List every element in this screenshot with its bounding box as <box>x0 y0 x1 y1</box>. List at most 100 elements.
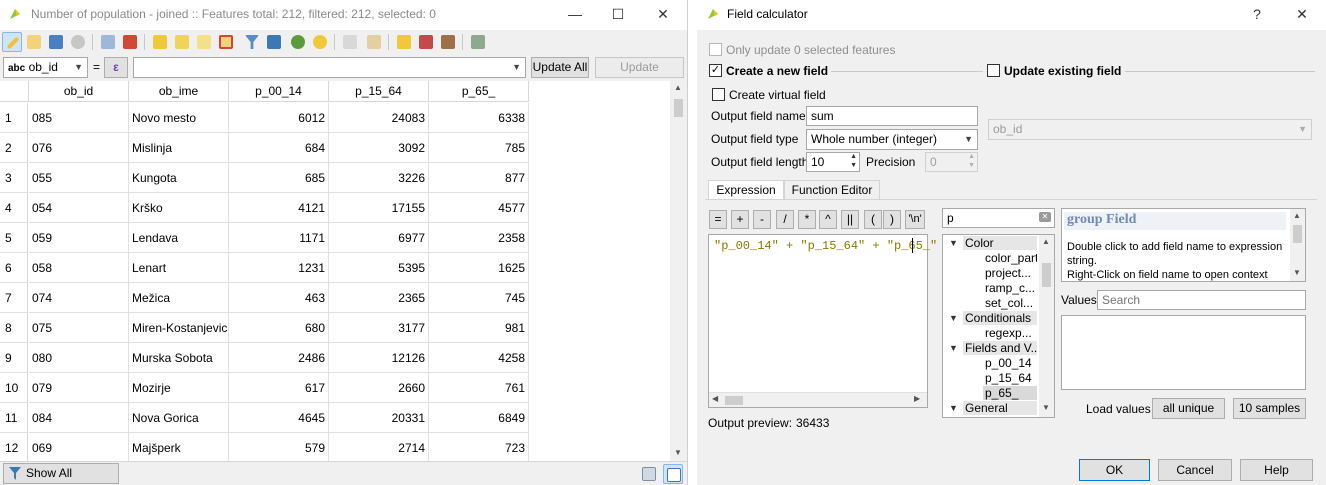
close-button[interactable]: ✕ <box>648 4 678 24</box>
pan-map-icon[interactable] <box>288 32 308 52</box>
table-cell-p-15-64[interactable]: 2660 <box>329 373 429 403</box>
scrollbar-thumb[interactable] <box>1293 225 1302 243</box>
move-selection-top-icon[interactable] <box>264 32 284 52</box>
function-search-input[interactable]: p ✕ <box>942 208 1055 228</box>
multi-edit-icon[interactable] <box>24 32 44 52</box>
table-cell-p-15-64[interactable]: 3226 <box>329 163 429 193</box>
table-cell-ob-id[interactable]: 079 <box>29 373 129 403</box>
operator-newline-button[interactable]: '\n' <box>905 210 925 229</box>
table-cell-ob-ime[interactable]: Krško <box>129 193 229 223</box>
row-number[interactable]: 3 <box>0 163 28 193</box>
table-cell-p-65[interactable]: 4258 <box>429 343 529 373</box>
table-cell-p-65[interactable]: 761 <box>429 373 529 403</box>
show-all-features-button[interactable]: Show All Features <box>3 463 119 484</box>
table-cell-ob-ime[interactable]: Lendava <box>129 223 229 253</box>
ok-button[interactable]: OK <box>1079 459 1150 481</box>
table-cell-p-00-14[interactable]: 463 <box>229 283 329 313</box>
column-header[interactable]: p_65_ <box>429 81 529 102</box>
operator-minus-button[interactable]: - <box>753 210 771 229</box>
form-view-icon[interactable] <box>639 464 659 484</box>
row-number[interactable]: 8 <box>0 313 28 343</box>
column-header[interactable]: ob_ime <box>129 81 229 102</box>
new-field-icon[interactable] <box>394 32 414 52</box>
table-cell-p-65[interactable]: 6338 <box>429 103 529 133</box>
create-virtual-field-checkbox[interactable] <box>712 88 725 101</box>
column-header[interactable]: p_15_64 <box>329 81 429 102</box>
row-number[interactable]: 1 <box>0 103 28 133</box>
scroll-down-icon[interactable]: ▼ <box>674 448 682 457</box>
function-item[interactable]: project... <box>983 266 1037 280</box>
toggle-editing-icon[interactable] <box>2 32 22 52</box>
table-cell-ob-id[interactable]: 076 <box>29 133 129 163</box>
column-header[interactable]: ob_id <box>29 81 129 102</box>
table-cell-ob-id[interactable]: 069 <box>29 433 129 461</box>
table-cell-p-15-64[interactable]: 6977 <box>329 223 429 253</box>
output-field-length-spinbox[interactable]: 10 ▲ ▼ <box>806 152 860 172</box>
table-cell-p-65[interactable]: 745 <box>429 283 529 313</box>
table-view-icon[interactable] <box>663 464 683 484</box>
paste-icon[interactable] <box>364 32 384 52</box>
table-cell-ob-id[interactable]: 080 <box>29 343 129 373</box>
table-cell-ob-id[interactable]: 075 <box>29 313 129 343</box>
row-number[interactable]: 9 <box>0 343 28 373</box>
output-field-name-input[interactable]: sum <box>806 106 978 126</box>
table-cell-ob-id[interactable]: 074 <box>29 283 129 313</box>
scroll-up-icon[interactable]: ▲ <box>1042 237 1050 246</box>
scrollbar-thumb[interactable] <box>725 396 743 405</box>
row-number[interactable]: 6 <box>0 253 28 283</box>
precision-spinbox[interactable]: 0 ▲ ▼ <box>925 152 978 172</box>
function-item[interactable]: ramp_c... <box>983 281 1037 295</box>
row-number[interactable]: 4 <box>0 193 28 223</box>
scrollbar-thumb[interactable] <box>674 99 683 117</box>
table-cell-ob-ime[interactable]: Murska Sobota <box>129 343 229 373</box>
deselect-all-icon[interactable] <box>216 32 236 52</box>
table-cell-p-15-64[interactable]: 20331 <box>329 403 429 433</box>
tab-function-editor[interactable]: Function Editor <box>784 180 880 200</box>
update-selected-button[interactable]: Update Selected <box>595 57 684 93</box>
table-cell-p-00-14[interactable]: 4645 <box>229 403 329 433</box>
table-cell-ob-id[interactable]: 054 <box>29 193 129 223</box>
table-cell-p-15-64[interactable]: 24083 <box>329 103 429 133</box>
table-cell-p-65[interactable]: 785 <box>429 133 529 163</box>
expand-group-icon[interactable]: ▼ <box>949 343 958 353</box>
operator-open-paren-button[interactable]: ( <box>864 210 882 229</box>
table-cell-p-15-64[interactable]: 17155 <box>329 193 429 223</box>
expand-group-icon[interactable]: ▼ <box>949 403 958 413</box>
delete-feature-icon[interactable] <box>120 32 140 52</box>
reload-icon[interactable] <box>68 32 88 52</box>
spin-arrows-icon[interactable]: ▲ ▼ <box>850 152 857 170</box>
invert-selection-icon[interactable] <box>194 32 214 52</box>
add-feature-icon[interactable] <box>98 32 118 52</box>
all-unique-button[interactable]: all unique <box>1152 398 1225 419</box>
table-cell-p-00-14[interactable]: 2486 <box>229 343 329 373</box>
table-cell-p-65[interactable]: 4577 <box>429 193 529 223</box>
expand-group-icon[interactable]: ▼ <box>949 238 958 248</box>
corner-header[interactable] <box>0 81 29 102</box>
function-group[interactable]: Conditionals <box>963 311 1037 325</box>
table-cell-p-65[interactable]: 2358 <box>429 223 529 253</box>
table-cell-p-15-64[interactable]: 3092 <box>329 133 429 163</box>
dialog-close-button[interactable]: ✕ <box>1287 4 1317 24</box>
table-cell-p-15-64[interactable]: 2365 <box>329 283 429 313</box>
values-search-input[interactable] <box>1097 290 1306 310</box>
table-cell-p-00-14[interactable]: 617 <box>229 373 329 403</box>
function-group[interactable]: General <box>963 401 1037 415</box>
function-item[interactable]: color_part <box>983 251 1037 265</box>
copy-icon[interactable] <box>340 32 360 52</box>
table-cell-ob-ime[interactable]: Novo mesto <box>129 103 229 133</box>
operator-divide-button[interactable]: / <box>776 210 794 229</box>
row-number[interactable]: 5 <box>0 223 28 253</box>
tree-vertical-scrollbar[interactable]: ▲ ▼ <box>1039 235 1054 417</box>
scrollbar-thumb[interactable] <box>1042 263 1051 287</box>
help-vertical-scrollbar[interactable]: ▲ ▼ <box>1290 209 1305 281</box>
tab-expression[interactable]: Expression <box>708 180 784 200</box>
scroll-left-icon[interactable]: ◀ <box>712 394 718 403</box>
column-header[interactable]: p_00_14 <box>229 81 329 102</box>
save-edits-icon[interactable] <box>46 32 66 52</box>
scroll-up-icon[interactable]: ▲ <box>674 83 682 92</box>
maximize-button[interactable]: ☐ <box>603 4 633 24</box>
field-select-combo[interactable]: abc ob_id ▼ <box>3 57 88 78</box>
cancel-button[interactable]: Cancel <box>1158 459 1232 481</box>
function-item[interactable]: p_00_14 <box>983 356 1037 370</box>
scroll-right-icon[interactable]: ▶ <box>914 394 920 403</box>
